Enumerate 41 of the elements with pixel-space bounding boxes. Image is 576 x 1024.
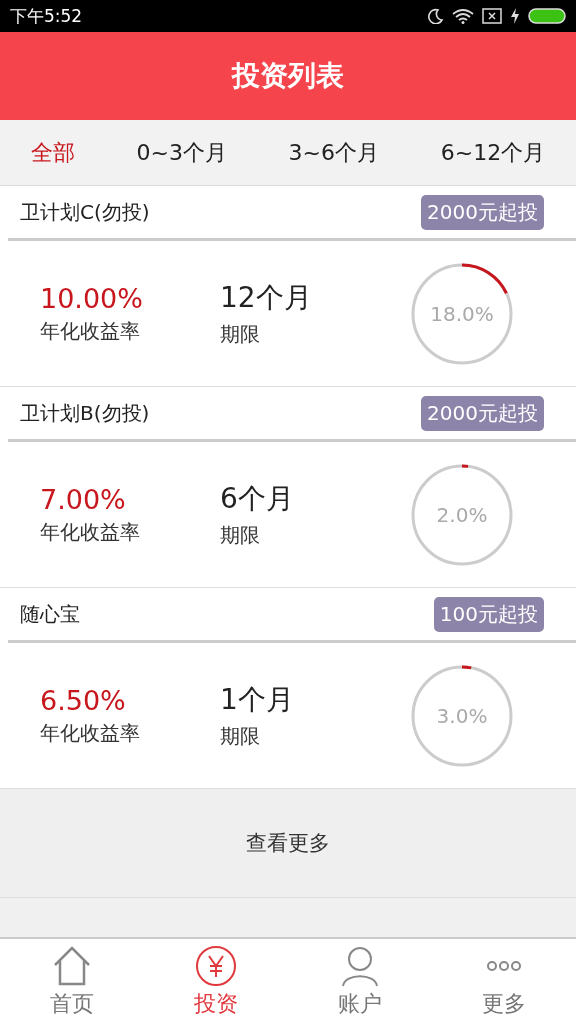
min-amount-badge: 2000元起投 xyxy=(421,194,544,230)
product-name: 卫计划B(勿投) xyxy=(20,399,150,427)
term-label: 期限 xyxy=(220,321,261,348)
sim-icon xyxy=(482,8,502,24)
page-title: 投资列表 xyxy=(232,58,344,94)
term-value: 12个月 xyxy=(220,280,313,316)
nav-tab[interactable]: 账户 xyxy=(310,939,410,1024)
progress-percent: 18.0% xyxy=(430,301,494,326)
charging-icon xyxy=(510,8,520,24)
filter-tab[interactable]: 6~12个月 xyxy=(434,133,552,172)
product-name: 随心宝 xyxy=(20,600,80,628)
wifi-icon xyxy=(452,8,474,24)
more-icon xyxy=(487,960,521,971)
term-value: 1个月 xyxy=(220,682,295,718)
filter-tab[interactable]: 全部 xyxy=(24,133,81,172)
min-amount-badge: 2000元起投 xyxy=(421,395,544,431)
progress-percent: 2.0% xyxy=(436,502,488,527)
moon-icon xyxy=(428,8,444,24)
home-icon xyxy=(52,944,92,987)
view-more-button[interactable]: 查看更多 xyxy=(240,828,336,858)
term-label: 期限 xyxy=(220,723,261,750)
nav-tab[interactable]: 投资 xyxy=(166,939,266,1024)
person-icon xyxy=(340,944,380,987)
rate-label: 年化收益率 xyxy=(40,719,141,747)
status-time: 下午5:52 xyxy=(10,4,83,28)
term-label: 期限 xyxy=(220,522,261,549)
product-name: 卫计划C(勿投) xyxy=(20,198,150,226)
yen-icon xyxy=(195,944,237,987)
term-value: 6个月 xyxy=(220,481,295,517)
battery-icon xyxy=(528,8,566,24)
rate-label: 年化收益率 xyxy=(40,317,141,345)
filter-tab[interactable]: 3~6个月 xyxy=(282,133,386,172)
annual-rate: 7.00% xyxy=(40,483,127,515)
progress-percent: 3.0% xyxy=(436,703,488,728)
filter-tab[interactable]: 0~3个月 xyxy=(130,133,233,172)
annual-rate: 6.50% xyxy=(40,684,127,716)
nav-tab[interactable]: 更多 xyxy=(454,939,554,1024)
nav-tab[interactable]: 首页 xyxy=(22,939,122,1024)
annual-rate: 10.00% xyxy=(40,282,144,314)
min-amount-badge: 100元起投 xyxy=(433,596,544,632)
rate-label: 年化收益率 xyxy=(40,518,141,546)
